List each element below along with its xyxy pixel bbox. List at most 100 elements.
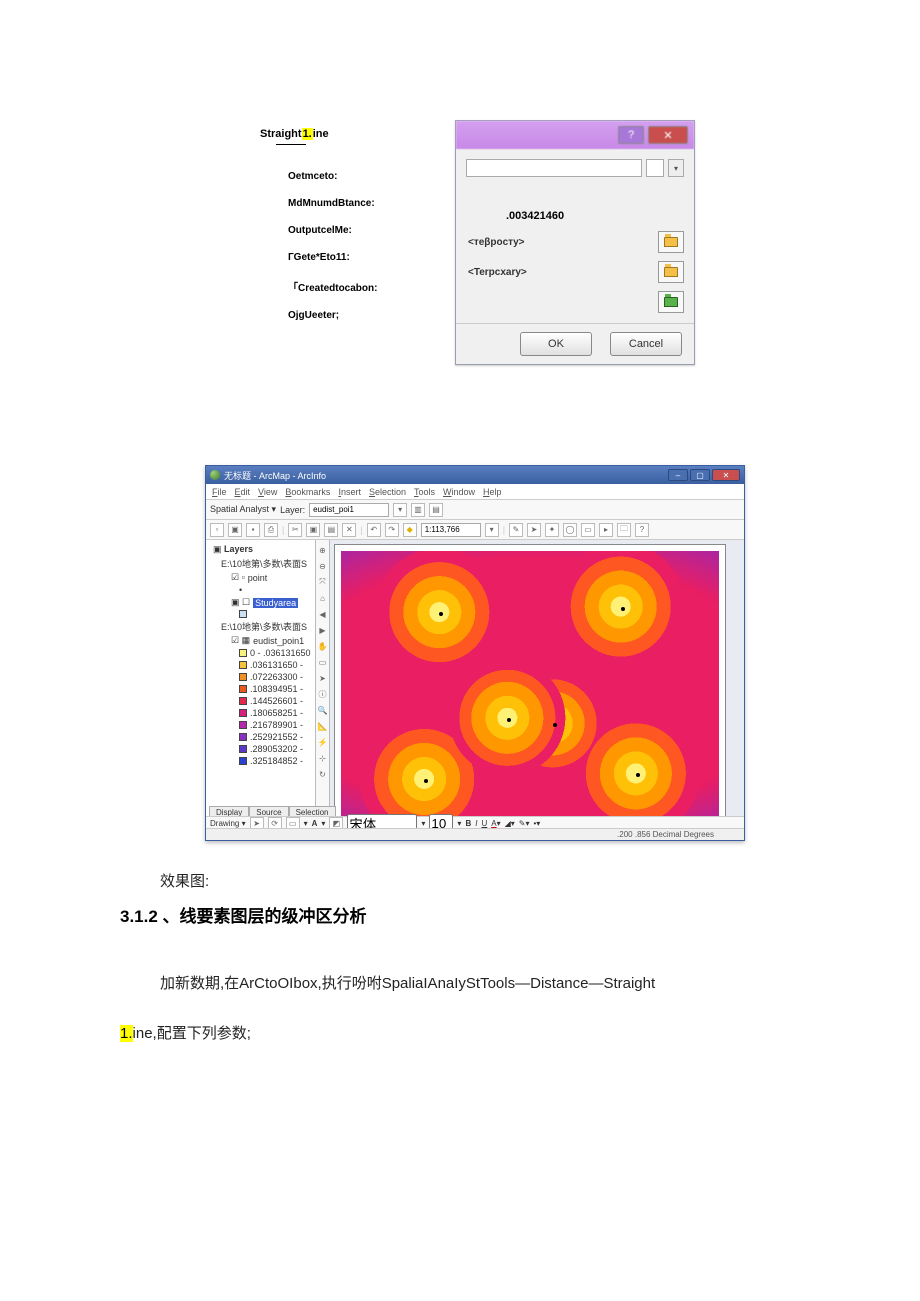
- browse-button-2[interactable]: [658, 261, 684, 283]
- toc-class-row[interactable]: .252921552 -: [209, 731, 312, 743]
- paste-icon[interactable]: ▤: [324, 523, 338, 537]
- measure-icon[interactable]: 📐: [317, 720, 329, 732]
- select-icon[interactable]: ▭: [317, 656, 329, 668]
- highlight-text: 1.: [120, 1025, 133, 1042]
- tool-icon[interactable]: ▸: [599, 523, 613, 537]
- pan-zoom-icon[interactable]: ⤧: [317, 576, 329, 588]
- add-data-icon[interactable]: ◆: [403, 523, 417, 537]
- undo-icon[interactable]: ↶: [367, 523, 381, 537]
- toc-class-row[interactable]: .180658251 -: [209, 707, 312, 719]
- tb-layer-input[interactable]: [309, 503, 389, 517]
- cut-icon[interactable]: ✂: [288, 523, 302, 537]
- minimize-button[interactable]: –: [668, 469, 688, 481]
- toc-layer-point[interactable]: ☑ ▫ point: [209, 571, 312, 584]
- tb-sa-label[interactable]: Spatial Analyst ▾: [210, 504, 276, 515]
- histogram-icon[interactable]: ▥: [411, 503, 425, 517]
- new-icon[interactable]: ▫: [210, 523, 224, 537]
- menu-selection[interactable]: Selection: [369, 487, 406, 497]
- menu-edit[interactable]: Edit: [235, 487, 251, 497]
- xy-icon[interactable]: ⊹: [317, 752, 329, 764]
- toc-layer-studyarea[interactable]: ▣ ☐ Studyarea: [209, 596, 312, 609]
- full-extent-icon[interactable]: ⌂: [317, 592, 329, 604]
- menu-insert[interactable]: Insert: [338, 487, 361, 497]
- redo-icon[interactable]: ↷: [385, 523, 399, 537]
- table-of-contents[interactable]: ▣ Layers E:\10地第\多数\表面S ☑ ▫ point • ▣ ☐ …: [206, 540, 316, 840]
- identify-icon[interactable]: ⓘ: [317, 688, 329, 700]
- chart-icon[interactable]: ▤: [429, 503, 443, 517]
- find-icon[interactable]: 🔍: [317, 704, 329, 716]
- underline-button[interactable]: U: [481, 819, 487, 828]
- titlebar-close-button[interactable]: ✕: [648, 126, 688, 144]
- pointer-icon[interactable]: ➤: [317, 672, 329, 684]
- toc-group-2[interactable]: E:\10地第\多数\表面S: [209, 619, 312, 634]
- menu-window[interactable]: Window: [443, 487, 475, 497]
- zoom-in-icon[interactable]: ⊕: [317, 544, 329, 556]
- menu-tools[interactable]: Tools: [414, 487, 435, 497]
- input-unknown-small[interactable]: [646, 159, 664, 177]
- toc-class-row[interactable]: .216789901 -: [209, 719, 312, 731]
- map-canvas[interactable]: [334, 544, 726, 836]
- toc-class-row[interactable]: .036131650 -: [209, 659, 312, 671]
- bold-button[interactable]: B: [465, 819, 471, 828]
- pan-icon[interactable]: ✋: [317, 640, 329, 652]
- toc-layer-euclid[interactable]: ☑ ▦ eudist_poin1: [209, 634, 312, 647]
- class-label: .108394951 -: [250, 684, 303, 694]
- class-label: .252921552 -: [250, 732, 303, 742]
- toc-group-1[interactable]: E:\10地第\多数\表面S: [209, 556, 312, 571]
- copy-icon[interactable]: ▣: [306, 523, 320, 537]
- ok-button[interactable]: OK: [520, 332, 592, 356]
- print-icon[interactable]: ⎙: [264, 523, 278, 537]
- zoom-out-icon[interactable]: ⊖: [317, 560, 329, 572]
- drawing-label[interactable]: Drawing ▾: [210, 819, 246, 828]
- class-label: .289053202 -: [250, 744, 303, 754]
- toc-class-row[interactable]: .289053202 -: [209, 743, 312, 755]
- catalog-icon[interactable]: 🗀: [617, 523, 631, 537]
- class-swatch: [239, 733, 247, 741]
- toc-root[interactable]: ▣ Layers: [209, 543, 312, 556]
- open-icon[interactable]: ▣: [228, 523, 242, 537]
- combo-arrow-icon[interactable]: ▾: [668, 159, 684, 177]
- status-bar: .200 .856 Decimal Degrees: [206, 828, 744, 840]
- toc-class-row[interactable]: .325184852 -: [209, 755, 312, 767]
- para2-rest: ine,配置下列参数;: [133, 1025, 251, 1042]
- hyperlink-icon[interactable]: ⚡: [317, 736, 329, 748]
- circle-icon[interactable]: ◯: [563, 523, 577, 537]
- cancel-button[interactable]: Cancel: [610, 332, 682, 356]
- menu-bookmarks[interactable]: Bookmarks: [285, 487, 330, 497]
- delete-icon[interactable]: ✕: [342, 523, 356, 537]
- toc-class-row[interactable]: 0 - .036131650: [209, 647, 312, 659]
- save-icon[interactable]: ▪: [246, 523, 260, 537]
- chevron-down-icon[interactable]: ▾: [485, 523, 499, 537]
- next-extent-icon[interactable]: ▶: [317, 624, 329, 636]
- font-color-icon[interactable]: A▾: [491, 819, 500, 828]
- refresh-icon[interactable]: ↻: [317, 768, 329, 780]
- toc-class-row[interactable]: .144526601 -: [209, 695, 312, 707]
- titlebar-help-button[interactable]: ?: [618, 126, 644, 144]
- line-color-icon[interactable]: ✎▾: [519, 819, 530, 828]
- class-swatch: [239, 673, 247, 681]
- browse-button-3[interactable]: [658, 291, 684, 313]
- close-window-button[interactable]: ✕: [712, 469, 740, 481]
- toc-class-row[interactable]: .108394951 -: [209, 683, 312, 695]
- class-swatch: [239, 697, 247, 705]
- editor-icon[interactable]: ✎: [509, 523, 523, 537]
- fill-color-icon[interactable]: ◢▾: [505, 819, 515, 828]
- toc-class-row[interactable]: .072263300 -: [209, 671, 312, 683]
- menu-file[interactable]: File: [212, 487, 227, 497]
- wand-icon[interactable]: ✦: [545, 523, 559, 537]
- section-heading: 3.1.2 、线要素图层的级冲区分析: [120, 902, 800, 927]
- chevron-down-icon[interactable]: ▾: [393, 503, 407, 517]
- scale-input[interactable]: [421, 523, 481, 537]
- rect-icon[interactable]: ▭: [581, 523, 595, 537]
- distance-to-input[interactable]: [466, 159, 642, 177]
- italic-button[interactable]: I: [475, 819, 477, 828]
- menu-help[interactable]: Help: [483, 487, 502, 497]
- class-label: .325184852 -: [250, 756, 303, 766]
- maximize-button[interactable]: ▢: [690, 469, 710, 481]
- pointer-icon[interactable]: ➤: [527, 523, 541, 537]
- prev-extent-icon[interactable]: ◀: [317, 608, 329, 620]
- menu-view[interactable]: View: [258, 487, 277, 497]
- help-icon[interactable]: ?: [635, 523, 649, 537]
- marker-color-icon[interactable]: •▾: [533, 819, 540, 828]
- browse-button-1[interactable]: [658, 231, 684, 253]
